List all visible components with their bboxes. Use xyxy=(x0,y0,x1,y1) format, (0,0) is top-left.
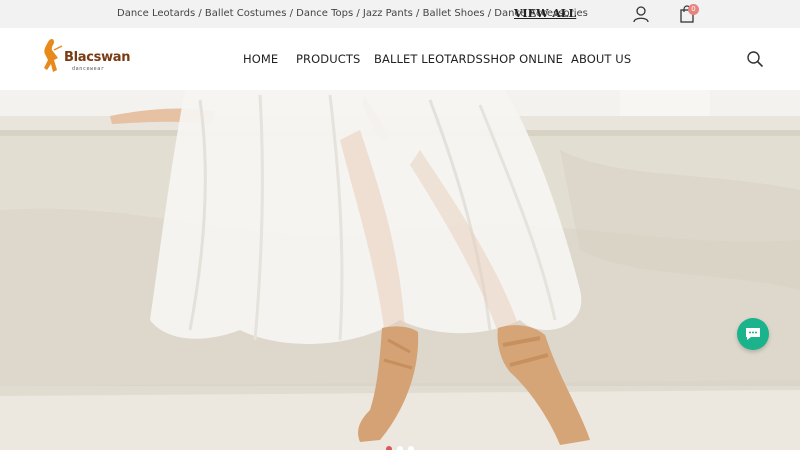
cart-count-badge: 0 xyxy=(688,4,699,15)
carousel-dot-3[interactable] xyxy=(408,446,414,450)
nav-home[interactable]: HOME xyxy=(243,52,278,66)
search-icon[interactable] xyxy=(746,50,764,68)
top-bar: Dance Leotards / Ballet Costumes / Dance… xyxy=(0,0,800,28)
hero-image-ballerina xyxy=(0,90,800,450)
brand-tagline: dancewear xyxy=(72,66,105,72)
nav-about-us[interactable]: ABOUT US xyxy=(571,52,631,66)
carousel-dot-2[interactable] xyxy=(397,446,403,450)
view-all-link[interactable]: VIEW ALL xyxy=(514,7,576,20)
brand-name: Blacswan xyxy=(64,50,131,65)
user-icon[interactable] xyxy=(632,5,650,23)
nav-ballet-leotards[interactable]: BALLET LEOTARDS xyxy=(374,52,483,66)
nav-shop-online[interactable]: SHOP ONLINE xyxy=(483,52,563,66)
chat-button[interactable] xyxy=(737,318,769,350)
nav-products[interactable]: PRODUCTS xyxy=(296,52,360,66)
carousel-dots xyxy=(386,446,416,450)
chat-icon xyxy=(746,328,760,340)
main-header: Blacswan dancewear HOME PRODUCTS BALLET … xyxy=(0,28,800,90)
hero-banner[interactable] xyxy=(0,90,800,450)
carousel-dot-1[interactable] xyxy=(386,446,392,450)
